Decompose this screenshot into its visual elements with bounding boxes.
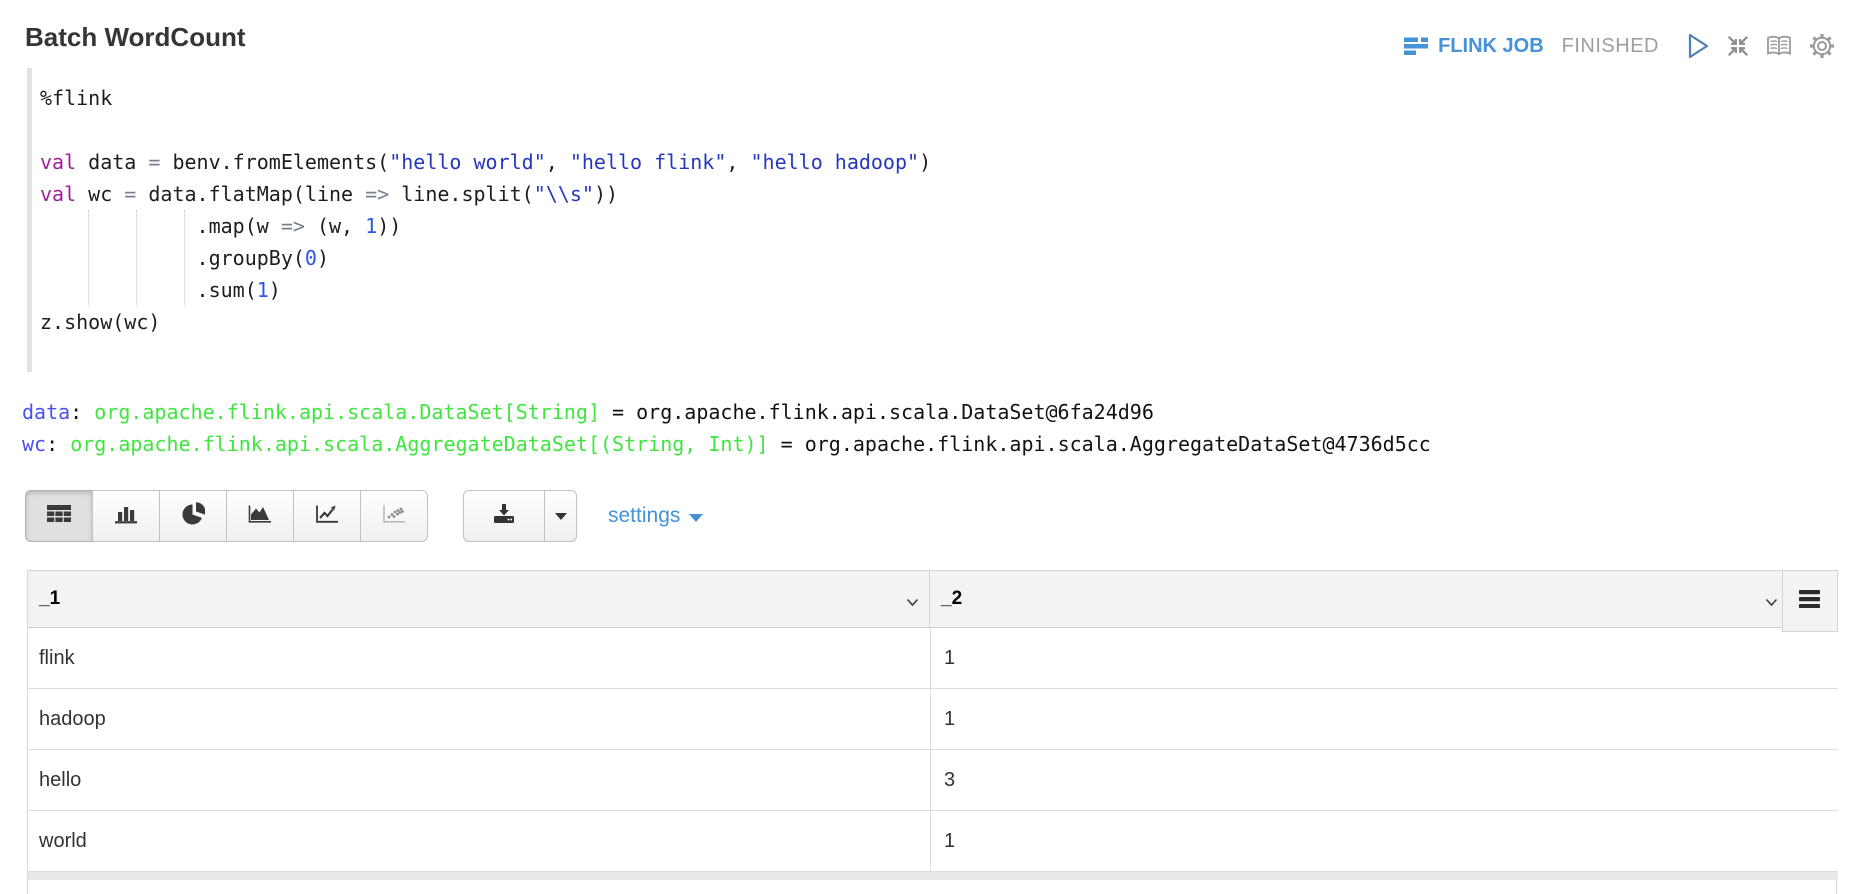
cell-word: hello <box>39 750 81 810</box>
settings-caret-icon <box>689 514 703 522</box>
pie-chart-icon <box>181 502 205 531</box>
column-header-1-label: _1 <box>28 588 60 610</box>
hamburger-menu-icon <box>1799 590 1821 613</box>
horizontal-scrollbar[interactable] <box>28 872 1838 880</box>
download-button[interactable] <box>463 490 545 542</box>
table-icon <box>46 503 72 530</box>
collapse-icon[interactable] <box>1726 34 1750 58</box>
book-icon[interactable] <box>1765 34 1793 58</box>
code-line: val data = benv.fromElements("hello worl… <box>40 146 1740 178</box>
table-row: flink 1 <box>28 628 1838 689</box>
table-body: flink 1 hadoop 1 hello 3 world 1 <box>28 628 1838 872</box>
column-divider <box>930 628 931 872</box>
scatter-chart-icon <box>381 503 407 530</box>
flink-job-link[interactable]: FLINK JOB <box>1404 35 1544 58</box>
grid-menu-button[interactable] <box>1782 570 1838 632</box>
table-chart-button[interactable] <box>25 490 93 542</box>
gear-icon[interactable] <box>1808 32 1836 60</box>
caret-down-icon <box>555 513 567 520</box>
output-line: data: org.apache.flink.api.scala.DataSet… <box>22 396 1431 428</box>
bar-chart-button[interactable] <box>92 490 160 542</box>
download-icon <box>491 502 517 531</box>
result-table: _1 _2 flink 1 hadoop 1 hello 3 world 1 <box>27 570 1837 894</box>
download-options-button[interactable] <box>544 490 577 542</box>
cell-count: 1 <box>944 811 955 871</box>
settings-label: settings <box>608 504 680 528</box>
code-line: .groupBy(0) <box>40 242 1740 274</box>
paragraph-controls: FLINK JOB FINISHED <box>1404 28 1836 64</box>
cell-word: world <box>39 811 87 871</box>
cell-word: flink <box>39 628 75 688</box>
download-button-group <box>463 490 577 542</box>
indent-guide <box>136 210 137 306</box>
cell-count: 3 <box>944 750 955 810</box>
line-chart-icon <box>314 503 340 530</box>
code-line: %flink <box>40 82 1740 114</box>
code-line <box>40 114 1740 146</box>
pie-chart-button[interactable] <box>159 490 227 542</box>
paragraph-title: Batch WordCount <box>25 22 246 53</box>
area-chart-icon <box>247 503 273 530</box>
table-row: world 1 <box>28 811 1838 872</box>
line-chart-button[interactable] <box>293 490 361 542</box>
zeppelin-paragraph: Batch WordCount FLINK JOB FINISHED <box>0 0 1860 894</box>
table-row: hadoop 1 <box>28 689 1838 750</box>
table-row: hello 3 <box>28 750 1838 811</box>
indent-guide <box>88 210 89 306</box>
code-line: .sum(1) <box>40 274 1740 306</box>
flink-job-label: FLINK JOB <box>1438 35 1544 58</box>
chevron-down-icon[interactable] <box>906 594 919 612</box>
code-editor[interactable]: %flink val data = benv.fromElements("hel… <box>40 82 1740 338</box>
scatter-chart-button[interactable] <box>360 490 428 542</box>
table-header-row: _1 _2 <box>28 570 1838 628</box>
column-header-1[interactable]: _1 <box>28 571 930 627</box>
editor-gutter <box>27 68 32 372</box>
paragraph-output: data: org.apache.flink.api.scala.DataSet… <box>22 396 1431 460</box>
code-line: .map(w => (w, 1)) <box>40 210 1740 242</box>
column-header-2-label: _2 <box>930 588 962 610</box>
status-badge: FINISHED <box>1562 35 1659 58</box>
run-button[interactable] <box>1687 32 1711 60</box>
chevron-down-icon[interactable] <box>1765 594 1778 612</box>
code-line: z.show(wc) <box>40 306 1740 338</box>
cell-count: 1 <box>944 689 955 749</box>
indent-guide <box>184 210 185 306</box>
chart-type-button-group <box>25 490 428 542</box>
cell-count: 1 <box>944 628 955 688</box>
column-header-2[interactable]: _2 <box>930 571 1838 627</box>
cell-word: hadoop <box>39 689 106 749</box>
bar-chart-icon <box>113 503 139 530</box>
settings-toggle[interactable]: settings <box>608 504 703 528</box>
code-line: val wc = data.flatMap(line => line.split… <box>40 178 1740 210</box>
output-line: wc: org.apache.flink.api.scala.Aggregate… <box>22 428 1431 460</box>
area-chart-button[interactable] <box>226 490 294 542</box>
tasks-icon <box>1404 35 1430 57</box>
